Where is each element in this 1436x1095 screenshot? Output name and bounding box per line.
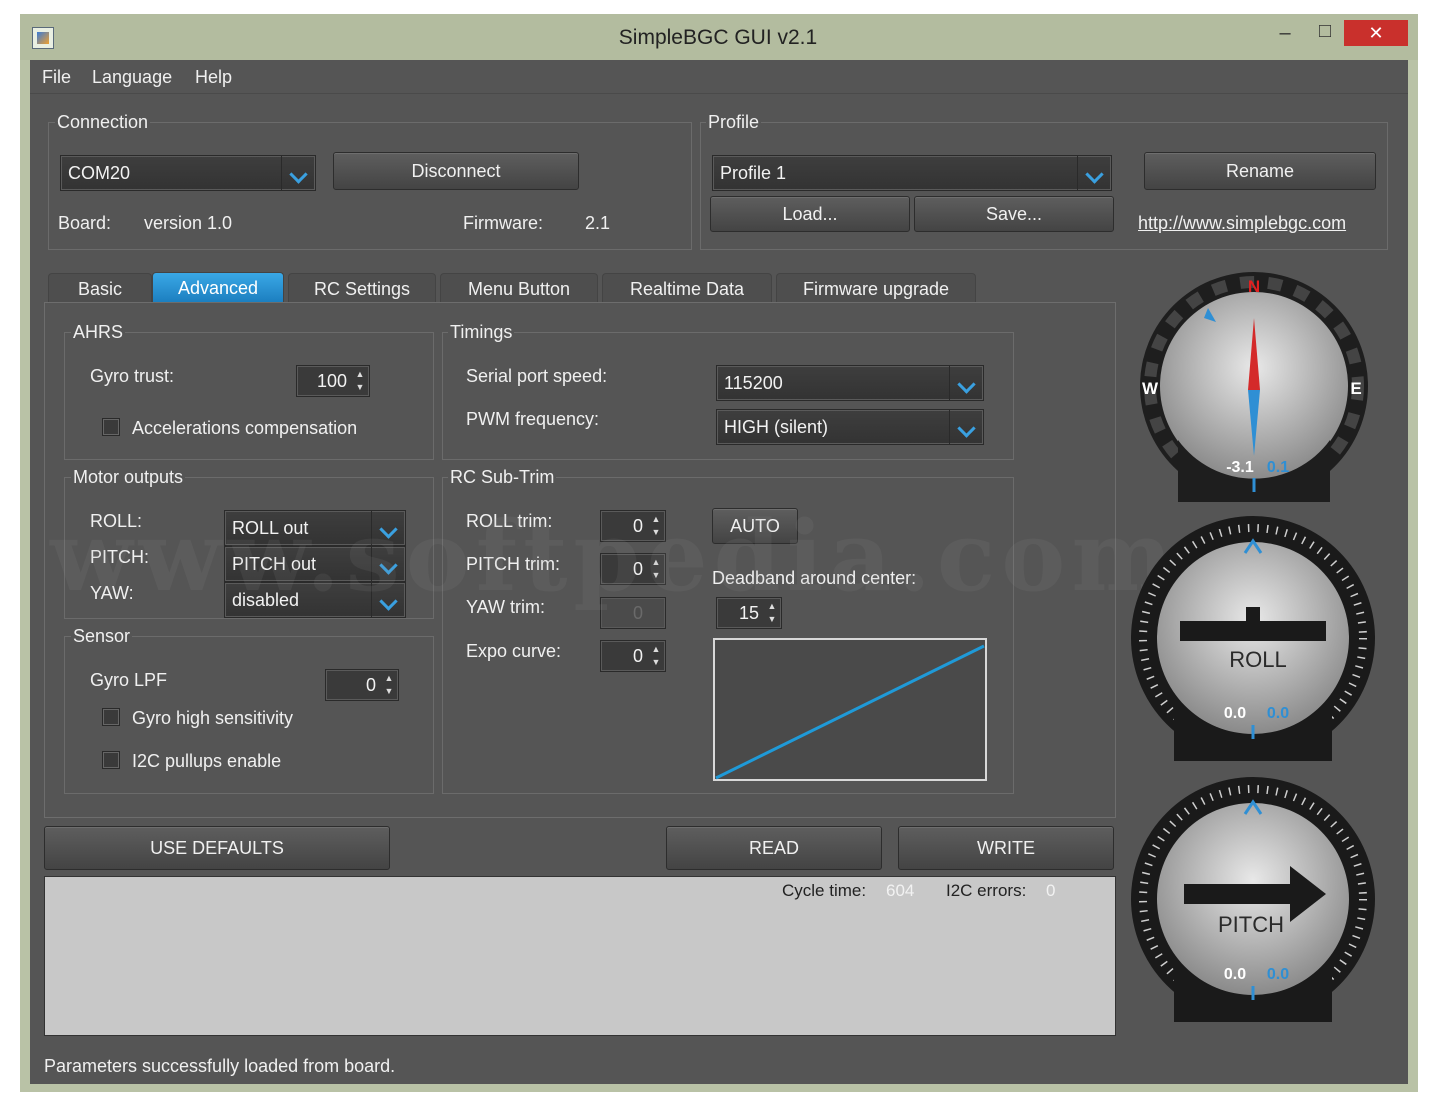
- gyro-lpf-value: 0: [365, 675, 376, 695]
- acc-compensation-checkbox[interactable]: [102, 418, 120, 436]
- load-button[interactable]: Load...: [710, 196, 910, 232]
- timings-legend: Timings: [448, 322, 515, 343]
- serial-speed-value: 115200: [724, 373, 783, 393]
- window-title: SimpleBGC GUI v2.1: [618, 26, 818, 49]
- rc-subtrim-legend: RC Sub-Trim: [448, 467, 557, 488]
- spin-up-icon[interactable]: ▲: [382, 672, 396, 685]
- i2c-errors-label: I2C errors:: [946, 881, 1027, 900]
- use-defaults-button[interactable]: USE DEFAULTS: [44, 826, 390, 870]
- website-link[interactable]: http://www.simplebgc.com: [1138, 213, 1346, 234]
- firmware-value: 2.1: [585, 213, 611, 233]
- read-button[interactable]: READ: [666, 826, 882, 870]
- cycle-time-value: 604: [886, 881, 915, 900]
- menu-file[interactable]: File: [42, 67, 71, 88]
- compass-w-label: W: [1142, 379, 1159, 398]
- pwm-frequency-select[interactable]: HIGH (silent): [716, 409, 984, 445]
- pwm-frequency-value: HIGH (silent): [724, 417, 829, 437]
- gyro-trust-spinner[interactable]: 100 ▲ ▼: [296, 365, 370, 397]
- pwm-frequency-label: PWM frequency:: [466, 409, 600, 429]
- roll-value: 0.0: [1224, 705, 1246, 722]
- cycle-time-label: Cycle time:: [782, 881, 867, 900]
- roll-gauge-label: ROLL: [1229, 647, 1286, 672]
- tab-realtime-data[interactable]: Realtime Data: [602, 273, 772, 303]
- disconnect-button[interactable]: Disconnect: [333, 152, 579, 190]
- tab-menu-button[interactable]: Menu Button: [440, 273, 598, 303]
- expo-curve-label: Expo curve:: [466, 641, 562, 661]
- menu-bar: [30, 60, 1408, 94]
- profile-legend: Profile: [706, 112, 762, 133]
- compass-gauge: N E W -3.1 0.1: [1140, 272, 1368, 502]
- gyro-trust-value: 100: [316, 371, 347, 391]
- motor-outputs-legend: Motor outputs: [71, 467, 186, 488]
- chevron-down-icon: [1077, 156, 1111, 190]
- pitch-gauge: PITCH 0.0 0.0: [1131, 777, 1375, 1022]
- compass-value2: 0.1: [1267, 459, 1289, 476]
- watermark: www.softpedia.com: [50, 500, 1179, 613]
- compass-value: -3.1: [1226, 459, 1254, 476]
- gyro-lpf-spinner[interactable]: 0 ▲ ▼: [325, 669, 399, 701]
- close-button[interactable]: ✕: [1344, 20, 1408, 46]
- spin-down-icon[interactable]: ▼: [649, 656, 663, 669]
- pitch-value2: 0.0: [1267, 966, 1289, 983]
- board-label: Board:: [58, 213, 112, 233]
- profile-select[interactable]: Profile 1: [712, 155, 1112, 191]
- spin-down-icon[interactable]: ▼: [382, 685, 396, 698]
- gyro-lpf-label: Gyro LPF: [90, 670, 168, 690]
- tab-basic[interactable]: Basic: [48, 273, 152, 303]
- ahrs-group: [64, 332, 434, 460]
- gyro-trust-label: Gyro trust:: [90, 366, 175, 386]
- expo-curve-spinner[interactable]: 0 ▲ ▼: [600, 640, 666, 672]
- sensor-legend: Sensor: [71, 626, 133, 647]
- com-port-value: COM20: [68, 163, 131, 183]
- roll-value2: 0.0: [1267, 705, 1289, 722]
- pitch-gauge-label: PITCH: [1218, 912, 1284, 937]
- i2c-pullups-label: I2C pullups enable: [132, 751, 282, 771]
- rename-button[interactable]: Rename: [1144, 152, 1376, 190]
- roll-gauge: ROLL 0.0 0.0: [1131, 516, 1375, 761]
- gyro-high-sensitivity-checkbox[interactable]: [102, 708, 120, 726]
- connection-legend: Connection: [55, 112, 151, 133]
- com-port-select[interactable]: COM20: [60, 155, 316, 191]
- spin-up-icon[interactable]: ▲: [649, 643, 663, 656]
- chevron-down-icon: [949, 410, 983, 444]
- menu-language[interactable]: Language: [92, 67, 172, 88]
- expo-curve-value: 0: [632, 646, 643, 666]
- tab-rc-settings[interactable]: RC Settings: [288, 273, 436, 303]
- pitch-value: 0.0: [1224, 966, 1246, 983]
- spin-up-icon[interactable]: ▲: [353, 368, 367, 381]
- acc-compensation-label: Accelerations compensation: [132, 418, 358, 438]
- firmware-label: Firmware:: [463, 213, 543, 233]
- compass-n-label: N: [1248, 277, 1260, 296]
- i2c-errors-value: 0: [1046, 881, 1056, 900]
- spin-down-icon[interactable]: ▼: [353, 381, 367, 394]
- gyro-high-sensitivity-label: Gyro high sensitivity: [132, 708, 294, 728]
- spin-down-icon[interactable]: ▼: [765, 613, 779, 626]
- serial-speed-select[interactable]: 115200: [716, 365, 984, 401]
- minimize-button[interactable]: –: [1272, 22, 1298, 45]
- write-button[interactable]: WRITE: [898, 826, 1114, 870]
- save-button[interactable]: Save...: [914, 196, 1114, 232]
- tab-firmware-upgrade[interactable]: Firmware upgrade: [776, 273, 976, 303]
- serial-speed-label: Serial port speed:: [466, 366, 608, 386]
- i2c-pullups-checkbox[interactable]: [102, 751, 120, 769]
- tab-advanced[interactable]: Advanced: [152, 272, 284, 302]
- profile-value: Profile 1: [720, 163, 787, 183]
- compass-e-label: E: [1350, 379, 1361, 398]
- chevron-down-icon: [281, 156, 315, 190]
- maximize-button[interactable]: □: [1312, 20, 1338, 43]
- menu-help[interactable]: Help: [195, 67, 232, 88]
- chevron-down-icon: [949, 366, 983, 400]
- status-message: Parameters successfully loaded from boar…: [44, 1056, 396, 1076]
- ahrs-legend: AHRS: [71, 322, 126, 343]
- expo-curve-plot: [713, 638, 987, 781]
- board-value: version 1.0: [144, 213, 233, 233]
